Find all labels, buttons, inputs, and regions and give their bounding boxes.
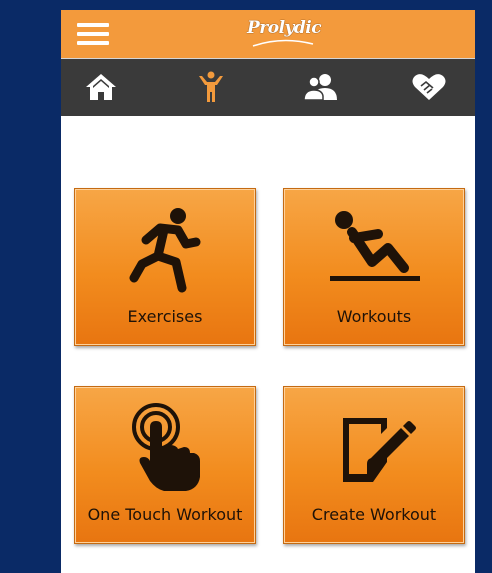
workouts-tile[interactable]: Workouts xyxy=(283,188,465,346)
one-touch-workout-tile[interactable]: One Touch Workout xyxy=(74,386,256,544)
one-touch-workout-label: One Touch Workout xyxy=(87,505,243,524)
users-icon xyxy=(303,74,337,101)
nav-home[interactable] xyxy=(79,69,123,105)
app-screen: Prolydic Exercises Workouts One Touch Wo… xyxy=(61,10,475,573)
nav-heart[interactable] xyxy=(407,69,451,105)
logo-swoosh xyxy=(252,39,314,47)
nav-bar xyxy=(61,58,475,116)
top-bar: Prolydic xyxy=(61,10,475,58)
main-content: Exercises Workouts One Touch Workout Cre… xyxy=(61,116,475,573)
hamburger-menu-icon[interactable] xyxy=(77,23,109,45)
running-person-icon xyxy=(129,208,201,293)
situp-person-icon xyxy=(330,211,420,281)
heart-handshake-icon xyxy=(412,74,446,100)
fitness-person-icon xyxy=(199,71,223,102)
touch-finger-icon xyxy=(132,403,200,491)
edit-note-icon xyxy=(343,418,416,482)
create-workout-tile[interactable]: Create Workout xyxy=(283,386,465,544)
create-workout-label: Create Workout xyxy=(311,505,437,524)
nav-fitness[interactable] xyxy=(189,69,233,105)
exercises-label: Exercises xyxy=(127,307,203,326)
app-logo: Prolydic xyxy=(247,16,322,54)
nav-users[interactable] xyxy=(299,69,343,105)
exercises-tile[interactable]: Exercises xyxy=(74,188,256,346)
workouts-label: Workouts xyxy=(336,307,412,326)
home-icon xyxy=(86,74,116,100)
